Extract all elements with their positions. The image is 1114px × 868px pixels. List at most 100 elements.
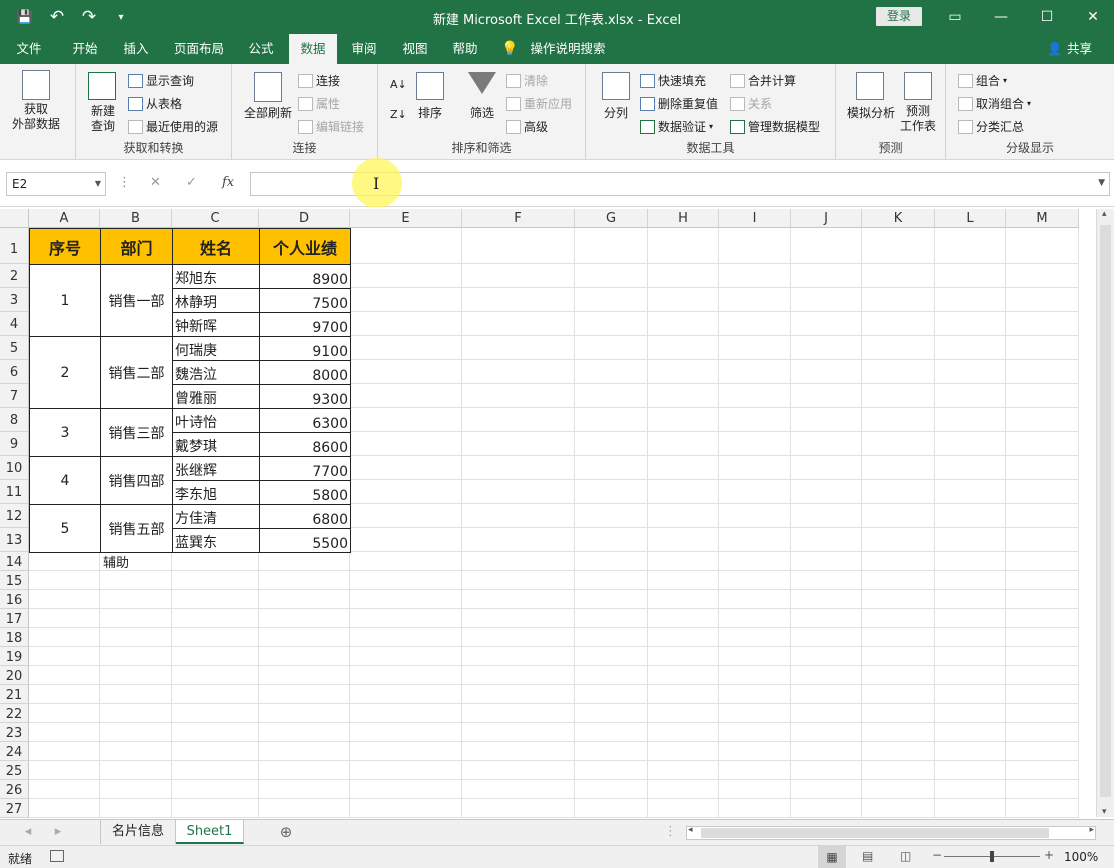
row-header[interactable]: 18 [0, 628, 29, 647]
row-header[interactable]: 17 [0, 609, 29, 628]
performance-cell[interactable]: 7700 [259, 456, 351, 481]
ribbon-display-icon[interactable]: ▭ [932, 4, 978, 30]
zoom-in-icon[interactable]: + [1044, 848, 1054, 862]
row-header[interactable]: 23 [0, 723, 29, 742]
name-cell[interactable]: 李东旭 [172, 480, 260, 505]
name-cell[interactable]: 叶诗怡 [172, 408, 260, 433]
worksheet-grid[interactable]: A B C D E F G H I J K L M 1 2 3 4 5 6 7 8 9 10 11 12 13 14 15 16 17 18… [0, 207, 1114, 819]
horizontal-scrollbar[interactable]: ◂ ▸ [686, 825, 1096, 840]
helper-label-cell[interactable]: 辅助 [103, 552, 129, 571]
row-header[interactable]: 4 [0, 312, 29, 336]
column-header[interactable]: B [100, 209, 172, 228]
recent-sources-button[interactable]: 最近使用的源 [128, 118, 218, 135]
tab-help[interactable]: 帮助 [442, 34, 488, 64]
get-external-data-button[interactable]: 获取 外部数据 [0, 102, 72, 132]
merged-dept-cell[interactable]: 销售一部 [100, 264, 173, 337]
consolidate-button[interactable]: 合并计算 [730, 72, 796, 89]
row-header[interactable]: 25 [0, 761, 29, 780]
insert-function-icon[interactable]: fx [222, 175, 234, 190]
merged-dept-cell[interactable]: 销售二部 [100, 336, 173, 409]
performance-cell[interactable]: 8900 [259, 264, 351, 289]
row-header[interactable]: 20 [0, 666, 29, 685]
row-header[interactable]: 24 [0, 742, 29, 761]
expand-formula-icon[interactable]: ▼ [1098, 178, 1105, 188]
edit-links-button[interactable]: 编辑链接 [298, 118, 364, 135]
row-header[interactable]: 19 [0, 647, 29, 666]
tab-view[interactable]: 视图 [392, 34, 438, 64]
table-header-cell[interactable]: 序号 [29, 228, 101, 265]
performance-cell[interactable]: 7500 [259, 288, 351, 313]
performance-cell[interactable]: 8600 [259, 432, 351, 457]
new-query-button[interactable]: 新建 查询 [76, 104, 130, 134]
name-box-dropdown-icon[interactable]: ▼ [95, 173, 101, 195]
reapply-button[interactable]: 重新应用 [506, 95, 572, 112]
next-sheet-icon[interactable]: ▸ [48, 820, 68, 844]
forecast-sheet-button[interactable]: 预测 工作表 [896, 104, 940, 134]
performance-cell[interactable]: 6300 [259, 408, 351, 433]
table-header-cell[interactable]: 个人业绩 [259, 228, 351, 265]
table-header-cell[interactable]: 姓名 [172, 228, 260, 265]
column-header[interactable]: H [648, 209, 719, 228]
remove-duplicates-button[interactable]: 删除重复值 [640, 95, 718, 112]
column-header[interactable]: L [935, 209, 1006, 228]
name-cell[interactable]: 何瑞庚 [172, 336, 260, 361]
row-header[interactable]: 27 [0, 799, 29, 818]
tab-page-layout[interactable]: 页面布局 [166, 34, 232, 64]
share-button[interactable]: 👤 共享 [1047, 34, 1092, 64]
row-header[interactable]: 22 [0, 704, 29, 723]
merged-no-cell[interactable]: 4 [29, 456, 101, 505]
performance-cell[interactable]: 6800 [259, 504, 351, 529]
name-cell[interactable]: 张继辉 [172, 456, 260, 481]
column-header[interactable]: D [259, 209, 350, 228]
scroll-down-icon[interactable]: ▾ [1102, 807, 1107, 817]
manage-model-button[interactable]: 管理数据模型 [730, 118, 820, 135]
filter-button[interactable]: 筛选 [462, 106, 502, 121]
row-header[interactable]: 8 [0, 408, 29, 432]
add-sheet-icon[interactable]: ⊕ [274, 820, 298, 844]
performance-cell[interactable]: 5800 [259, 480, 351, 505]
column-header[interactable]: E [350, 209, 462, 228]
prev-sheet-icon[interactable]: ◂ [18, 820, 38, 844]
merged-no-cell[interactable]: 2 [29, 336, 101, 409]
column-header[interactable]: K [862, 209, 935, 228]
relationships-button[interactable]: 关系 [730, 95, 772, 112]
row-header[interactable]: 15 [0, 571, 29, 590]
maximize-icon[interactable]: ☐ [1024, 4, 1070, 30]
row-header[interactable]: 10 [0, 456, 29, 480]
sort-asc-icon[interactable]: A↓ [390, 78, 407, 91]
horizontal-scroll-thumb[interactable] [701, 828, 1049, 838]
name-cell[interactable]: 钟新晖 [172, 312, 260, 337]
minimize-icon[interactable]: — [978, 4, 1024, 30]
tab-file[interactable]: 文件 [6, 34, 52, 64]
name-cell[interactable]: 戴梦琪 [172, 432, 260, 457]
merged-dept-cell[interactable]: 销售三部 [100, 408, 173, 457]
merged-no-cell[interactable]: 3 [29, 408, 101, 457]
row-header[interactable]: 26 [0, 780, 29, 799]
page-break-view-icon[interactable]: ◫ [900, 849, 911, 863]
row-header[interactable]: 1 [0, 228, 29, 264]
sort-desc-icon[interactable]: Z↓ [390, 108, 407, 121]
zoom-out-icon[interactable]: − [932, 848, 942, 862]
scroll-left-icon[interactable]: ◂ [688, 825, 693, 835]
row-header[interactable]: 7 [0, 384, 29, 408]
tab-data[interactable]: 数据 [289, 34, 337, 64]
sort-button[interactable]: 排序 [410, 106, 450, 121]
login-button[interactable]: 登录 [876, 7, 922, 26]
tab-formulas[interactable]: 公式 [238, 34, 284, 64]
performance-cell[interactable]: 9300 [259, 384, 351, 409]
tab-review[interactable]: 审阅 [341, 34, 387, 64]
vertical-scroll-thumb[interactable] [1100, 225, 1111, 797]
flash-fill-button[interactable]: 快速填充 [640, 72, 706, 89]
clear-button[interactable]: 清除 [506, 72, 548, 89]
row-header[interactable]: 12 [0, 504, 29, 528]
row-header[interactable]: 2 [0, 264, 29, 288]
row-header[interactable]: 21 [0, 685, 29, 704]
performance-cell[interactable]: 5500 [259, 528, 351, 553]
refresh-all-button[interactable]: 全部刷新 [236, 106, 300, 121]
close-icon[interactable]: ✕ [1070, 4, 1114, 30]
undo-icon[interactable]: ↶ [46, 6, 68, 28]
row-header[interactable]: 14 [0, 552, 29, 571]
row-header[interactable]: 13 [0, 528, 29, 552]
row-header[interactable]: 9 [0, 432, 29, 456]
scroll-right-icon[interactable]: ▸ [1089, 825, 1094, 835]
